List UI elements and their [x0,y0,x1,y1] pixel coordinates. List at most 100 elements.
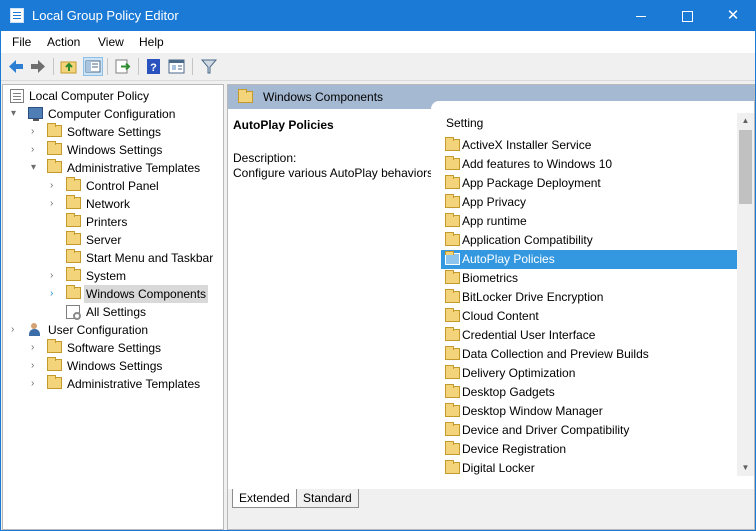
list-item-label: BitLocker Drive Encryption [462,290,604,304]
vertical-scrollbar[interactable]: ▲ ▼ [737,113,754,476]
description-text: Configure various AutoPlay behaviors. [233,166,437,180]
chevron-right-icon[interactable]: › [50,285,60,303]
list-item[interactable]: Data Collection and Preview Builds [441,345,737,364]
details-pane: Windows Components AutoPlay Policies Des… [227,84,755,530]
list-item-label: App runtime [462,214,527,228]
list-item[interactable]: Delivery Optimization [441,364,737,383]
filter-button[interactable] [199,57,219,76]
chevron-right-icon[interactable]: › [31,123,41,141]
user-icon [28,323,41,336]
list-item[interactable]: Device and Driver Compatibility [441,421,737,440]
list-item-label: Digital Locker [462,461,535,475]
list-item[interactable]: Application Compatibility [441,231,737,250]
tab-extended[interactable]: Extended [232,489,297,508]
close-button[interactable]: ✕ [710,1,755,31]
menu-help[interactable]: Help [139,35,164,49]
properties-button[interactable] [167,57,187,76]
column-header-setting[interactable]: Setting [446,116,483,130]
folder-icon [66,285,81,299]
chevron-right-icon[interactable]: › [31,375,41,393]
tree-pane[interactable]: Local Computer Policy ▾ Computer Configu… [2,84,224,530]
chevron-right-icon[interactable]: › [50,267,60,285]
list-item-label: App Package Deployment [462,176,601,190]
list-item[interactable]: ActiveX Installer Service [441,136,737,155]
show-tree-button[interactable] [83,57,103,76]
folder-icon [66,249,81,263]
list-item-label: App Privacy [462,195,527,209]
scroll-down-icon[interactable]: ▼ [737,460,754,476]
list-item[interactable]: App Package Deployment [441,174,737,193]
list-item[interactable]: AutoPlay Policies [441,250,737,269]
minimize-button[interactable] [618,1,664,31]
menu-view[interactable]: View [98,35,124,49]
view-tabs: Extended Standard [228,489,754,511]
folder-icon [66,195,81,209]
scroll-up-icon[interactable]: ▲ [737,113,754,129]
up-folder-button[interactable] [59,57,79,76]
forward-button[interactable] [28,57,48,76]
list-item-label: Credential User Interface [462,328,596,342]
chevron-right-icon[interactable]: › [31,357,41,375]
list-item-label: Cloud Content [462,309,539,323]
chevron-right-icon[interactable]: › [31,141,41,159]
help-button[interactable]: ? [144,57,164,76]
tree-item-label: Software Settings [67,125,162,139]
list-item[interactable]: Add features to Windows 10 [441,155,737,174]
tree-item-label: Computer Configuration [48,107,176,121]
folder-icon [445,460,460,474]
folder-icon [47,159,62,173]
back-button[interactable] [6,57,26,76]
folder-icon [445,175,460,189]
maximize-button[interactable] [664,1,710,31]
tree-item-label: Windows Settings [67,143,163,157]
export-button[interactable] [113,57,133,76]
up-folder-icon [60,61,77,74]
app-icon [10,8,24,23]
forward-icon [31,60,45,73]
chevron-right-icon[interactable]: › [11,321,21,339]
show-tree-icon [85,60,101,73]
chevron-right-icon[interactable]: › [31,339,41,357]
title-bar: Local Group Policy Editor ✕ [1,1,755,31]
tree-item-label: Control Panel [86,179,159,193]
menu-action[interactable]: Action [47,35,80,49]
chevron-right-icon[interactable]: › [50,177,60,195]
folder-icon [445,194,460,208]
scrollbar-thumb[interactable] [739,130,752,204]
list-item[interactable]: Cloud Content [441,307,737,326]
window-title: Local Group Policy Editor [32,8,179,23]
export-icon [115,59,131,74]
toolbar-separator [53,58,54,75]
filter-icon [200,59,218,74]
list-item[interactable]: Device Registration [441,440,737,459]
folder-icon [47,141,62,155]
list-item[interactable]: BitLocker Drive Encryption [441,288,737,307]
tree-item-label: Server [86,233,122,247]
pane-bottom [228,511,754,529]
list-item-label: AutoPlay Policies [462,252,555,266]
list-item[interactable]: App runtime [441,212,737,231]
menu-file[interactable]: File [12,35,31,49]
svg-text:?: ? [150,62,157,74]
app-window: Local Group Policy Editor ✕ File Action … [0,0,756,531]
list-item-label: Device Registration [462,442,567,456]
list-item[interactable]: Biometrics [441,269,737,288]
list-item[interactable]: Digital Locker [441,459,737,478]
list-item[interactable]: Desktop Gadgets [441,383,737,402]
list-item[interactable]: Desktop Window Manager [441,402,737,421]
tree-item-label: Windows Settings [67,359,163,373]
tab-standard[interactable]: Standard [296,489,359,508]
settings-list[interactable]: Setting ActiveX Installer Service Add fea… [431,101,754,491]
chevron-right-icon[interactable]: › [50,195,60,213]
list-item[interactable]: App Privacy [441,193,737,212]
tree-item-label: All Settings [86,305,147,319]
list-item-label: Data Collection and Preview Builds [462,347,649,361]
chevron-down-icon[interactable]: ▾ [11,105,21,123]
details-header-title: Windows Components [263,90,384,104]
chevron-down-icon[interactable]: ▾ [31,159,41,177]
tree-item-label: Software Settings [67,341,162,355]
folder-icon [445,327,460,341]
list-item[interactable]: Credential User Interface [441,326,737,345]
folder-icon [445,403,460,417]
folder-icon [66,231,81,245]
